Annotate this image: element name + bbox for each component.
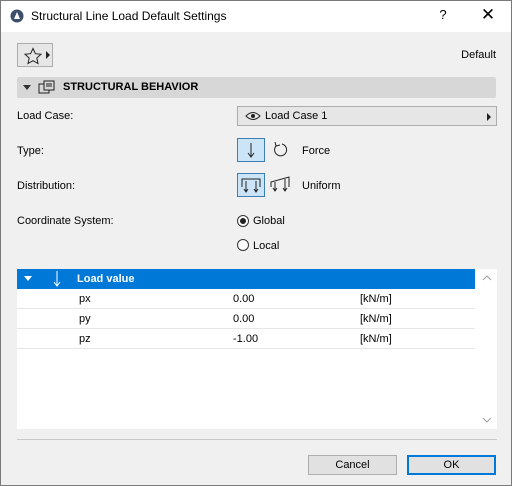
load-case-value: Load Case 1 (265, 110, 328, 122)
star-icon (23, 47, 43, 65)
force-type-button[interactable] (237, 138, 265, 162)
radio-global-label[interactable]: Global (253, 215, 285, 227)
row-unit: [kN/m] (360, 333, 392, 345)
radio-selected-dot (240, 218, 246, 224)
radio-local-label[interactable]: Local (253, 240, 279, 252)
caret-right-icon (487, 113, 491, 121)
help-button[interactable]: ? (431, 7, 455, 27)
row-value[interactable]: 0.00 (233, 293, 254, 305)
coordinate-system-label: Coordinate System: (17, 215, 114, 227)
radio-local[interactable] (237, 239, 249, 251)
app-icon (10, 9, 24, 23)
row-name: px (79, 293, 91, 305)
table-row[interactable]: py 0.00 [kN/m] (17, 309, 475, 329)
varying-load-icon (270, 176, 290, 192)
collapse-arrow-icon[interactable] (23, 85, 31, 90)
force-arrow-icon (52, 270, 62, 291)
row-unit: [kN/m] (360, 293, 392, 305)
distribution-value: Uniform (302, 180, 341, 192)
scroll-up-icon[interactable] (482, 273, 492, 283)
title-bar: Structural Line Load Default Settings ? … (1, 1, 511, 32)
type-value: Force (302, 145, 331, 157)
ok-button[interactable]: OK (407, 455, 496, 475)
window-title: Structural Line Load Default Settings (31, 9, 227, 23)
table-row[interactable]: px 0.00 [kN/m] (17, 289, 475, 309)
cancel-button[interactable]: Cancel (308, 455, 397, 475)
load-value-table: Load value px 0.00 [kN/m] py 0.00 [kN/m]… (17, 269, 497, 429)
distribution-label: Distribution: (17, 180, 76, 192)
row-unit: [kN/m] (360, 313, 392, 325)
divider (17, 439, 497, 440)
table-header-row[interactable]: Load value (17, 269, 475, 289)
radio-global[interactable] (237, 215, 249, 227)
row-value[interactable]: -1.00 (233, 333, 258, 345)
table-row[interactable]: pz -1.00 [kN/m] (17, 329, 475, 349)
varying-distribution-button[interactable] (267, 173, 295, 197)
table-header-title: Load value (77, 273, 135, 285)
force-arrow-icon (247, 143, 255, 158)
collapse-arrow-icon[interactable] (24, 276, 32, 281)
load-case-label: Load Case: (17, 110, 74, 122)
eye-icon (245, 111, 261, 124)
dialog-window: Structural Line Load Default Settings ? … (0, 0, 512, 486)
favorites-button[interactable] (17, 43, 53, 67)
row-value[interactable]: 0.00 (233, 313, 254, 325)
row-name: py (79, 313, 91, 325)
uniform-distribution-button[interactable] (237, 173, 265, 197)
scroll-down-icon[interactable] (482, 415, 492, 425)
structural-settings-icon (38, 80, 56, 98)
preset-label: Default (461, 49, 496, 61)
moment-type-button[interactable] (267, 138, 295, 162)
uniform-load-icon (241, 178, 261, 193)
type-label: Type: (17, 145, 44, 157)
section-header-structural-behavior[interactable]: STRUCTURAL BEHAVIOR (17, 77, 496, 98)
close-button[interactable]: ✕ (475, 5, 501, 27)
caret-right-icon (46, 51, 50, 59)
section-title: STRUCTURAL BEHAVIOR (63, 81, 199, 93)
load-case-dropdown[interactable]: Load Case 1 (237, 106, 497, 126)
row-name: pz (79, 333, 91, 345)
moment-icon (274, 141, 288, 157)
